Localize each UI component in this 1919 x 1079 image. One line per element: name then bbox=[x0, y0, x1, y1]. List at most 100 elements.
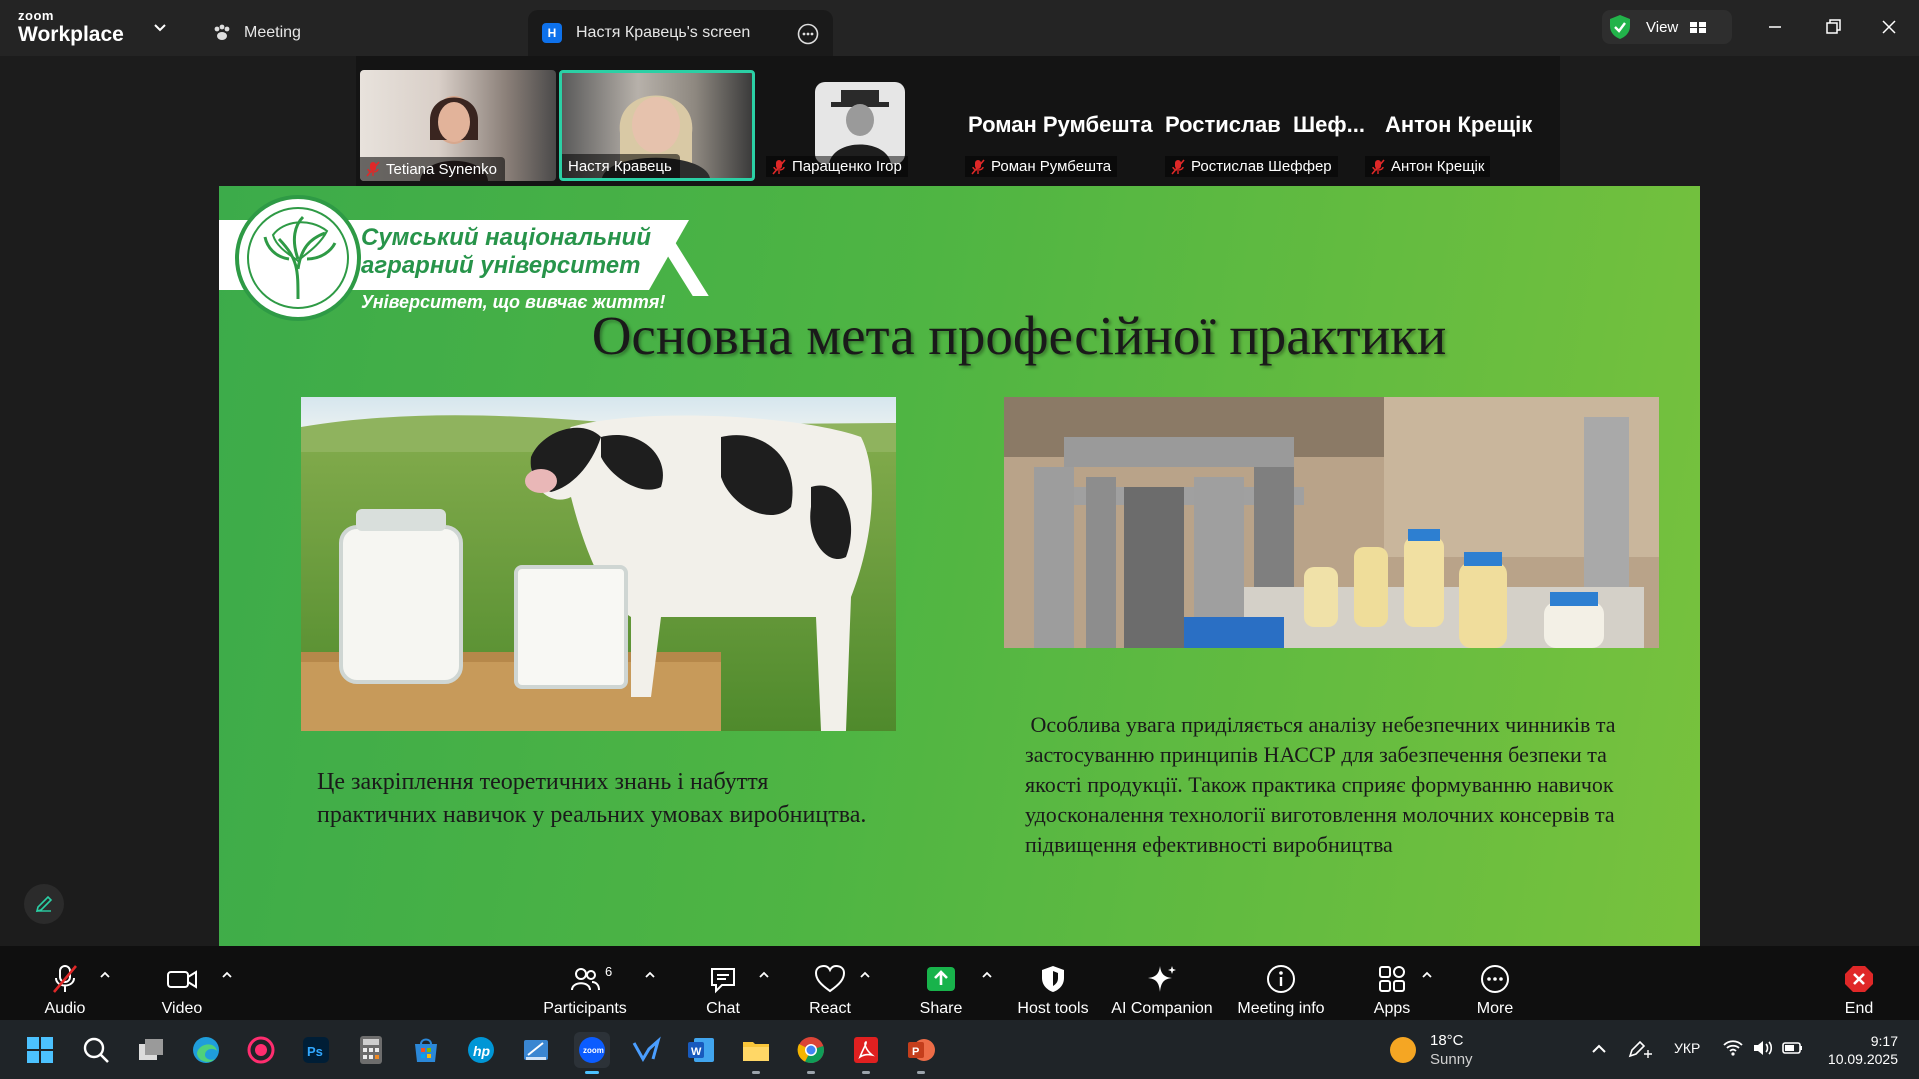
weather-widget[interactable]: 18°C Sunny bbox=[1390, 1030, 1473, 1070]
avatar-image bbox=[829, 90, 891, 164]
participant-big-label-rostyslav: Ростислав Шеф... bbox=[1165, 112, 1365, 137]
wifi-icon[interactable] bbox=[1722, 1038, 1744, 1058]
university-emblem-icon bbox=[235, 195, 361, 321]
cow-milk-image bbox=[301, 397, 896, 731]
participant-name-label: Tetiana Synenko bbox=[360, 157, 505, 181]
windows-start-icon[interactable] bbox=[22, 1032, 58, 1068]
participants-count-badge: 6 bbox=[605, 964, 613, 979]
restore-icon[interactable] bbox=[1820, 14, 1846, 40]
shared-slide: Сумський національний аграрний університ… bbox=[219, 186, 1700, 946]
hp-icon[interactable]: hp bbox=[463, 1032, 499, 1068]
share-button[interactable]: Share bbox=[918, 958, 964, 1018]
tab-shared-screen[interactable]: H Настя Кравець's screen bbox=[528, 10, 833, 56]
university-name: Сумський національний аграрний університ… bbox=[361, 224, 651, 279]
zoom-workplace-logo[interactable]: zoom Workplace bbox=[18, 9, 124, 45]
more-icon bbox=[1481, 965, 1509, 993]
mic-muted-icon bbox=[53, 965, 77, 993]
participant-big-label-anton: Антон Крещік bbox=[1385, 112, 1533, 137]
photoshop-icon[interactable]: Ps bbox=[298, 1032, 334, 1068]
screen-recorder-icon[interactable] bbox=[243, 1032, 279, 1068]
system-clock[interactable]: 9:17 10.09.2025 bbox=[1820, 1032, 1898, 1068]
running-indicator bbox=[807, 1071, 815, 1074]
zoom-app-icon[interactable]: zoom bbox=[574, 1032, 610, 1074]
more-options-icon[interactable] bbox=[797, 23, 819, 45]
file-explorer-icon[interactable] bbox=[738, 1032, 774, 1074]
chevron-down-icon[interactable] bbox=[150, 18, 170, 38]
volume-icon[interactable] bbox=[1752, 1038, 1774, 1058]
snipping-tool-icon[interactable] bbox=[518, 1032, 554, 1068]
participants-options-caret-icon[interactable] bbox=[643, 968, 657, 982]
chevron-up-icon[interactable] bbox=[1590, 1042, 1608, 1056]
audio-button[interactable]: Audio bbox=[42, 958, 88, 1018]
participant-tile-tetiana[interactable]: Tetiana Synenko bbox=[360, 70, 556, 181]
clock-date: 10.09.2025 bbox=[1827, 1051, 1898, 1067]
participants-icon bbox=[571, 968, 600, 991]
logo-workplace-text: Workplace bbox=[18, 23, 124, 46]
view-button[interactable]: View bbox=[1602, 10, 1732, 44]
chrome-icon[interactable] bbox=[793, 1032, 829, 1074]
view-label: View bbox=[1646, 18, 1679, 36]
mic-muted-icon bbox=[971, 158, 985, 175]
video-options-caret-icon[interactable] bbox=[220, 968, 234, 982]
mic-muted-icon bbox=[772, 158, 786, 175]
ai-companion-button[interactable]: AI Companion bbox=[1110, 958, 1214, 1018]
minimize-icon[interactable] bbox=[1762, 14, 1788, 40]
chat-icon bbox=[711, 968, 735, 994]
vpn-app-icon[interactable] bbox=[628, 1032, 664, 1068]
apps-button[interactable]: Apps bbox=[1374, 958, 1410, 1018]
participants-button[interactable]: Participants bbox=[543, 958, 627, 1018]
participant-name-parashchenko: Паращенко Ігор bbox=[766, 156, 908, 177]
host-tools-button[interactable]: Host tools bbox=[1015, 958, 1091, 1018]
powerpoint-icon[interactable]: P bbox=[903, 1032, 939, 1074]
svg-text:hp: hp bbox=[473, 1043, 491, 1059]
language-indicator[interactable]: УКР bbox=[1674, 1040, 1700, 1056]
chat-button[interactable]: Chat bbox=[700, 958, 746, 1018]
slide-title: Основна мета професійної практики bbox=[591, 305, 1447, 366]
calculator-icon[interactable] bbox=[353, 1032, 389, 1068]
weather-description: Sunny bbox=[1430, 1051, 1473, 1068]
sparkle-icon bbox=[1148, 966, 1176, 992]
windows-taskbar: Ps hp zoom W P 18°C Sunny УКР 9:17 10.09… bbox=[0, 1020, 1919, 1079]
acrobat-icon[interactable] bbox=[848, 1032, 884, 1074]
end-call-icon bbox=[1845, 966, 1873, 992]
audio-options-caret-icon[interactable] bbox=[98, 968, 112, 982]
share-options-caret-icon[interactable] bbox=[980, 968, 994, 982]
participant-big-label-roman: Роман Румбешта bbox=[968, 112, 1153, 137]
video-button[interactable]: Video bbox=[158, 958, 206, 1018]
react-options-caret-icon[interactable] bbox=[858, 968, 872, 982]
search-icon[interactable] bbox=[78, 1032, 114, 1068]
react-button[interactable]: React bbox=[806, 958, 854, 1018]
shield-icon bbox=[1042, 966, 1064, 992]
chat-options-caret-icon[interactable] bbox=[757, 968, 771, 982]
task-view-icon[interactable] bbox=[133, 1032, 169, 1068]
mic-muted-icon bbox=[366, 161, 380, 177]
meeting-info-button[interactable]: Meeting info bbox=[1235, 958, 1327, 1018]
svg-text:W: W bbox=[691, 1046, 702, 1058]
slide-right-text: Особлива увага приділяється аналізу небе… bbox=[1025, 712, 1622, 857]
weather-temperature: 18°C bbox=[1430, 1032, 1464, 1049]
participant-avatar-parashchenko[interactable] bbox=[815, 82, 905, 164]
grid-view-icon bbox=[1690, 22, 1707, 33]
tab-meeting-label: Meeting bbox=[244, 24, 301, 41]
apps-icon bbox=[1379, 966, 1405, 992]
mic-muted-icon bbox=[1171, 158, 1185, 175]
slide-left-text: Це закріплення теоретичних знань і набут… bbox=[317, 769, 867, 828]
more-button[interactable]: More bbox=[1474, 958, 1516, 1018]
apps-options-caret-icon[interactable] bbox=[1420, 968, 1434, 982]
participant-tile-nastia[interactable]: Настя Кравець bbox=[559, 70, 755, 181]
pen-input-icon[interactable] bbox=[1626, 1036, 1656, 1062]
tab-meeting[interactable]: Meeting bbox=[212, 10, 301, 56]
info-icon bbox=[1267, 965, 1295, 993]
participant-name-roman: Роман Румбешта bbox=[965, 156, 1118, 177]
word-icon[interactable]: W bbox=[683, 1032, 719, 1068]
participant-name-anton: Антон Крещік bbox=[1365, 156, 1491, 177]
running-indicator bbox=[862, 1071, 870, 1074]
end-meeting-button[interactable]: End bbox=[1842, 958, 1876, 1018]
close-icon[interactable] bbox=[1876, 14, 1902, 40]
shield-check-icon bbox=[1610, 15, 1630, 39]
annotate-pencil-button[interactable] bbox=[24, 884, 64, 924]
edge-browser-icon[interactable] bbox=[188, 1032, 224, 1068]
battery-icon[interactable] bbox=[1782, 1040, 1804, 1056]
store-icon[interactable] bbox=[408, 1032, 444, 1068]
heart-icon bbox=[814, 964, 846, 993]
